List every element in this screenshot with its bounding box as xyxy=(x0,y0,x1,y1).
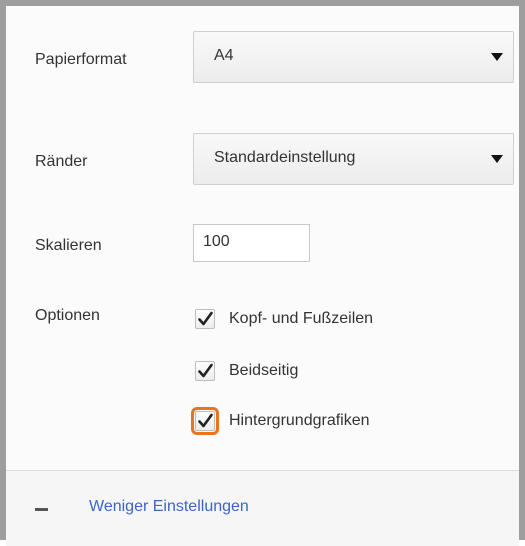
scale-input[interactable]: 100 xyxy=(193,224,310,262)
checkmark-icon xyxy=(198,413,213,428)
option-background-graphics[interactable]: Hintergrundgrafiken xyxy=(191,407,370,435)
header-footer-label: Kopf- und Fußzeilen xyxy=(229,310,374,327)
margins-value: Standardeinstellung xyxy=(214,149,356,166)
duplex-checkbox[interactable] xyxy=(195,361,215,381)
header-footer-checkbox[interactable] xyxy=(195,309,215,329)
options-label: Optionen xyxy=(35,307,100,324)
duplex-label: Beidseitig xyxy=(229,362,299,379)
margins-select[interactable]: Standardeinstellung xyxy=(193,133,514,185)
background-graphics-label: Hintergrundgrafiken xyxy=(229,412,370,429)
paper-format-select[interactable]: A4 xyxy=(193,31,514,83)
scale-label: Skalieren xyxy=(35,237,102,254)
settings-footer: Weniger Einstellungen xyxy=(6,471,519,546)
background-graphics-checkbox[interactable] xyxy=(191,407,219,435)
option-duplex[interactable]: Beidseitig xyxy=(193,359,298,383)
dropdown-arrow-icon xyxy=(491,155,503,163)
minus-icon[interactable] xyxy=(35,508,48,511)
checkmark-icon xyxy=(198,311,213,326)
margins-label: Ränder xyxy=(35,153,88,170)
paper-format-label: Papierformat xyxy=(35,51,127,68)
dropdown-arrow-icon xyxy=(491,53,503,61)
settings-body: Papierformat A4 Ränder Standardeinstellu… xyxy=(6,6,519,471)
paper-format-value: A4 xyxy=(214,47,234,64)
print-settings-panel: Papierformat A4 Ränder Standardeinstellu… xyxy=(0,0,525,546)
fewer-settings-link[interactable]: Weniger Einstellungen xyxy=(89,498,249,516)
option-header-footer[interactable]: Kopf- und Fußzeilen xyxy=(193,307,373,331)
checkmark-icon xyxy=(198,363,213,378)
